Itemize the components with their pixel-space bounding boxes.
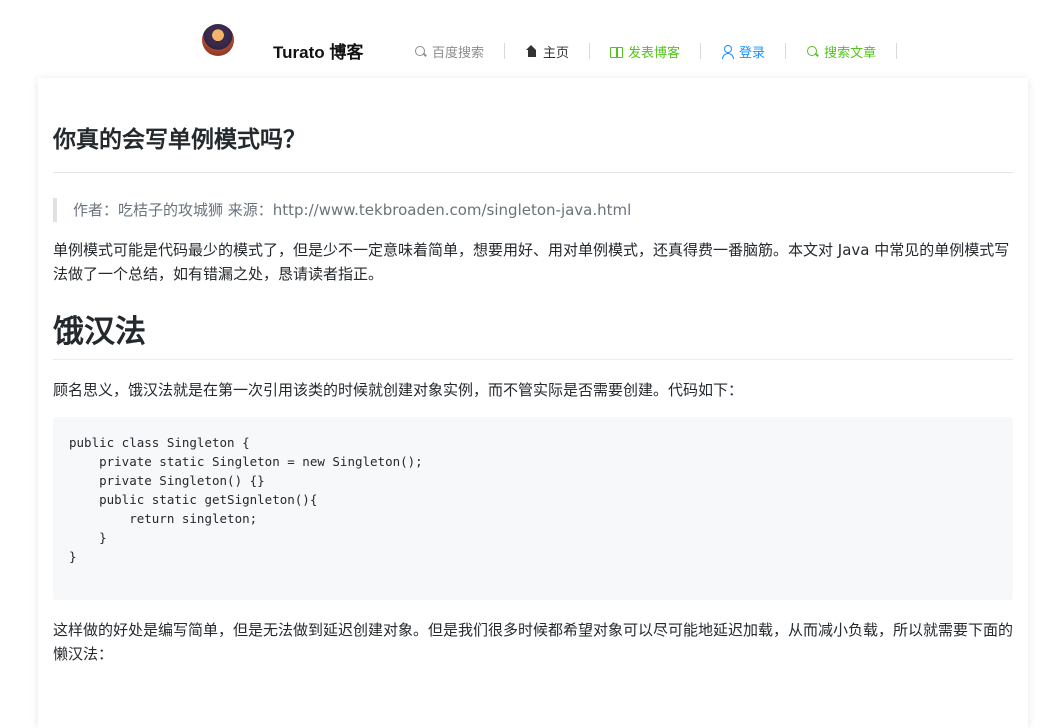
section-paragraph: 顾名思义，饿汉法就是在第一次引用该类的时候就创建对象实例，而不管实际是否需要创建… [53,381,744,399]
nav-publish-blog[interactable]: 发表博客 [610,41,680,61]
after-code-paragraph: 这样做的好处是编写简单，但是无法做到延迟创建对象。但是我们很多时候都希望对象可以… [53,621,1014,663]
nav-search-articles[interactable]: 搜索文章 [806,41,876,61]
user-icon [721,44,735,59]
source-quote: 作者：吃桔子的攻城狮 来源：http://www.tekbroaden.com/… [53,198,631,222]
section-divider [53,359,1013,360]
top-nav: 百度搜索 主页 发表博客 登录 搜索文章 [414,41,917,61]
nav-baidu-search[interactable]: 百度搜索 [414,41,484,61]
book-icon [610,45,624,58]
nav-divider [504,43,506,59]
nav-label: 发表博客 [628,45,681,61]
nav-home[interactable]: 主页 [525,41,569,61]
site-brand[interactable]: Turato 博客 [273,38,363,63]
search-icon [414,45,427,58]
nav-label: 主页 [543,45,570,61]
nav-divider [700,43,702,59]
nav-label: 百度搜索 [432,45,485,61]
home-icon [525,44,538,58]
intro-paragraph: 单例模式可能是代码最少的模式了，但是少不一定意味着简单，想要用好、用对单例模式，… [53,241,1010,283]
nav-login[interactable]: 登录 [721,41,765,61]
nav-label: 搜索文章 [824,45,877,61]
article-title: 你真的会写单例模式吗？ [53,127,306,153]
avatar[interactable] [202,24,234,56]
site-header: Turato 博客 百度搜索 主页 发表博客 登录 搜索文章 [0,0,1047,78]
article-card: 你真的会写单例模式吗？ 作者：吃桔子的攻城狮 来源：http://www.tek… [38,78,1028,728]
code-text: public class Singleton { private static … [69,435,423,564]
nav-divider [896,43,898,59]
code-block[interactable]: public class Singleton { private static … [53,417,1013,600]
search-icon [806,45,819,58]
title-divider [53,172,1013,173]
nav-label: 登录 [739,45,766,61]
nav-divider [589,43,591,59]
section-heading: 饿汉法 [53,314,146,350]
nav-divider [785,43,787,59]
